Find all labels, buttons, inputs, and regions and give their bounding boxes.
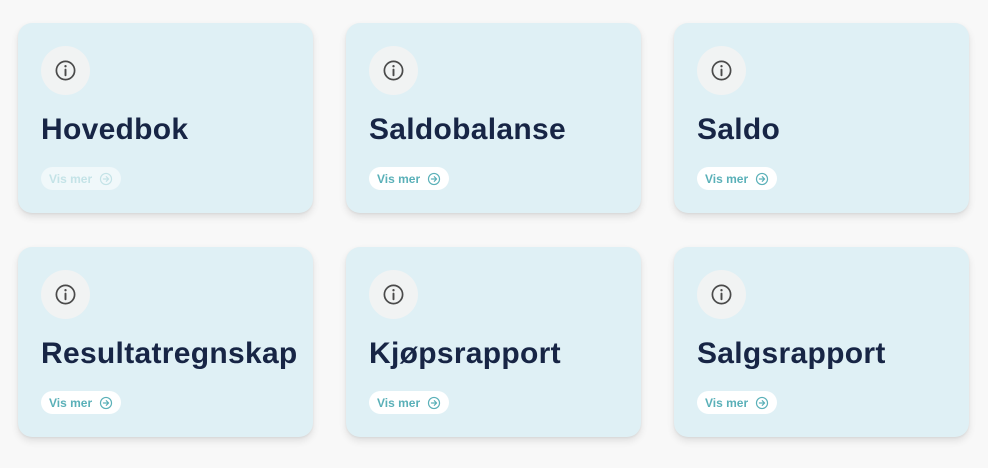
arrow-circle-right-icon	[428, 396, 441, 409]
info-button[interactable]	[697, 270, 746, 319]
show-more-label: Vis mer	[377, 395, 421, 410]
show-more-button[interactable]: Vis mer	[41, 167, 122, 190]
show-more-button[interactable]: Vis mer	[369, 391, 450, 414]
info-button[interactable]	[697, 46, 746, 95]
arrow-circle-right-icon	[428, 172, 441, 185]
info-button[interactable]	[369, 46, 418, 95]
arrow-circle-right-icon	[100, 396, 113, 409]
show-more-label: Vis mer	[705, 395, 749, 410]
info-icon	[711, 60, 732, 81]
report-card-salgsrapport[interactable]: Salgsrapport Vis mer	[674, 247, 969, 437]
show-more-label: Vis mer	[377, 171, 421, 186]
arrow-circle-right-icon	[100, 172, 113, 185]
report-grid: Hovedbok Vis mer Saldobalanse Vis mer Sa…	[0, 0, 988, 468]
info-icon	[383, 284, 404, 305]
card-title: Saldo	[697, 113, 781, 146]
card-title: Salgsrapport	[697, 337, 886, 370]
card-title: Saldobalanse	[369, 113, 567, 146]
show-more-label: Vis mer	[49, 395, 93, 410]
show-more-button[interactable]: Vis mer	[697, 167, 778, 190]
report-card-saldo[interactable]: Saldo Vis mer	[674, 23, 969, 213]
arrow-circle-right-icon	[756, 396, 769, 409]
show-more-label: Vis mer	[705, 171, 749, 186]
arrow-circle-right-icon	[756, 172, 769, 185]
info-button[interactable]	[369, 270, 418, 319]
info-icon	[711, 284, 732, 305]
info-button[interactable]	[41, 46, 90, 95]
info-icon	[55, 60, 76, 81]
card-title: Hovedbok	[41, 113, 189, 146]
report-card-resultatregnskap[interactable]: Resultatregnskap Vis mer	[18, 247, 313, 437]
info-button[interactable]	[41, 270, 90, 319]
show-more-button[interactable]: Vis mer	[369, 167, 450, 190]
report-card-saldobalanse[interactable]: Saldobalanse Vis mer	[346, 23, 641, 213]
show-more-button[interactable]: Vis mer	[697, 391, 778, 414]
report-card-hovedbok[interactable]: Hovedbok Vis mer	[18, 23, 313, 213]
card-title: Kjøpsrapport	[369, 337, 561, 370]
show-more-label: Vis mer	[49, 171, 93, 186]
info-icon	[383, 60, 404, 81]
show-more-button[interactable]: Vis mer	[41, 391, 122, 414]
info-icon	[55, 284, 76, 305]
card-title: Resultatregnskap	[41, 337, 298, 370]
report-card-kjopsrapport[interactable]: Kjøpsrapport Vis mer	[346, 247, 641, 437]
